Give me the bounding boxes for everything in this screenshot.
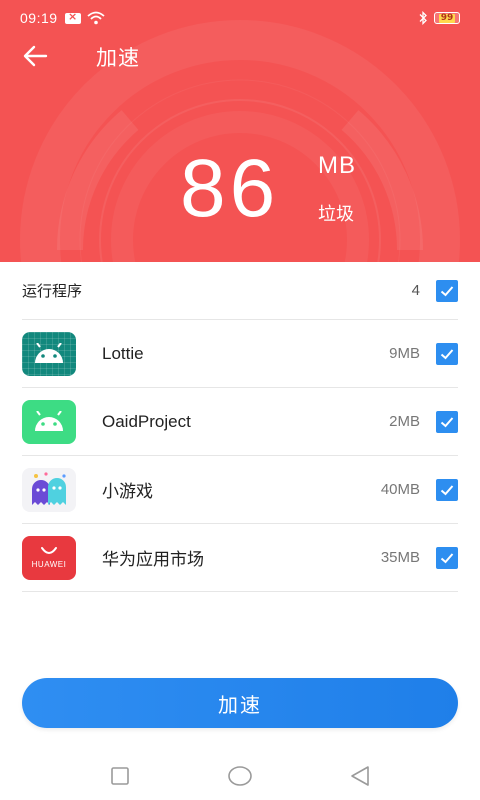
back-icon[interactable] (348, 764, 372, 788)
app-row-mini-game[interactable]: 小游戏 40MB (22, 456, 458, 524)
junk-label: 垃圾 (318, 204, 354, 225)
app-checkbox[interactable] (436, 478, 458, 501)
speed-up-button[interactable]: 加速 (22, 678, 458, 728)
status-right-group: 99 (418, 11, 460, 25)
bluetooth-icon (419, 11, 427, 25)
android-icon (22, 399, 76, 444)
toolbar: 加速 (0, 36, 480, 76)
app-name: Lottie (102, 343, 144, 363)
status-time: 09:19 (20, 10, 58, 26)
huawei-logo-text: HUAWEI (31, 560, 67, 569)
app-size: 2MB (389, 413, 420, 430)
app-size: 40MB (380, 481, 420, 498)
junk-size-unit: MB (318, 152, 356, 179)
app-name: 华为应用市场 (102, 550, 204, 570)
ghost-game-icon (22, 467, 76, 512)
back-arrow-icon[interactable] (22, 45, 48, 67)
battery-level: 99 (438, 12, 456, 23)
checkmark-icon (440, 552, 454, 563)
checkmark-icon (440, 348, 454, 359)
wifi-icon (86, 11, 105, 25)
battery-icon: 99 (434, 12, 460, 24)
notification-icon (64, 10, 81, 24)
home-icon[interactable] (226, 764, 254, 788)
app-size: 9MB (389, 345, 420, 362)
running-apps-summary: 运行程序 4 (22, 262, 458, 320)
checkmark-icon (440, 484, 454, 495)
page-title: 加速 (96, 46, 140, 70)
huawei-appgallery-icon: HUAWEI (22, 535, 76, 580)
checkmark-icon (440, 285, 454, 296)
select-all-checkbox[interactable] (436, 279, 458, 302)
running-apps-label: 运行程序 (22, 282, 83, 300)
app-row-huawei-appgallery[interactable]: HUAWEI 华为应用市场 35MB (22, 524, 458, 592)
checkmark-icon (440, 416, 454, 427)
junk-size-value: 86 (180, 143, 280, 234)
header-panel: 09:19 99 加速 86 MB 垃圾 (0, 0, 480, 262)
status-bar: 09:19 99 (0, 0, 480, 36)
app-row-oaidproject[interactable]: OaidProject 2MB (22, 388, 458, 456)
app-name: 小游戏 (102, 482, 153, 502)
android-icon (22, 331, 76, 376)
app-list: Lottie 9MB OaidProject 2MB 小游戏 40MB HUAW… (22, 320, 458, 592)
system-nav-bar (0, 752, 480, 800)
app-checkbox[interactable] (436, 342, 458, 365)
app-name: OaidProject (102, 411, 191, 431)
app-checkbox[interactable] (436, 410, 458, 433)
app-row-lottie[interactable]: Lottie 9MB (22, 320, 458, 388)
running-apps-count: 4 (411, 282, 420, 299)
recent-apps-icon[interactable] (108, 764, 132, 788)
app-checkbox[interactable] (436, 546, 458, 569)
app-size: 35MB (380, 549, 420, 566)
